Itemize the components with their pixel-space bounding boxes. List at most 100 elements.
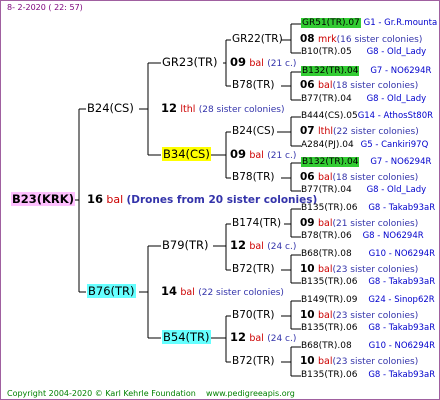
gen1-node-bottom: B76(TR): [87, 284, 136, 298]
gen3-node: B72(TR): [232, 263, 275, 275]
pedigree-chart: 8- 2-2020 ( 22: 57) B23(KRK) 16 bal (Dro…: [0, 0, 440, 400]
website-link[interactable]: www.pedigreeapis.org: [206, 389, 295, 398]
gen3-annotation: 10 bal(23 sister colonies): [300, 355, 418, 369]
gen4-label: B77(TR).04: [301, 185, 352, 195]
gen3-node: GR22(TR): [232, 33, 283, 45]
gen2-note: (21 c.): [267, 151, 297, 161]
gen4-label: B10(TR).05: [301, 47, 352, 57]
gen1-annotation-top: 12 lthl (28 sister colonies): [161, 102, 284, 117]
gen3-node: B72(TR): [232, 355, 275, 367]
root-label: B23(KRK): [11, 192, 75, 206]
gen1-tag: bal: [180, 287, 195, 298]
gen4-entry: B444(CS).05G14 - AthosSt80R: [301, 110, 433, 123]
gen4-entry: B78(TR).06 G8 - NO6294R: [301, 230, 424, 243]
gen2-number: 09: [230, 147, 247, 161]
gen3-node: B24(CS): [232, 125, 275, 137]
gen3-annotation: 10 bal(23 sister colonies): [300, 263, 418, 277]
gen4-entry: B77(TR).04 G8 - Old_Lady: [301, 93, 426, 106]
gen3-note: (22 sister colonies): [333, 127, 419, 137]
gen2-node: B54(TR): [162, 330, 211, 344]
gen4-label: B135(TR).06: [301, 370, 358, 380]
gen4-source: G8 - Old_Lady: [366, 185, 427, 195]
gen4-label: B135(TR).06: [301, 277, 358, 287]
gen2-annotation: 09 bal (21 c.): [230, 148, 296, 163]
root-node: B23(KRK): [11, 192, 75, 206]
gen4-label: B132(TR).04: [301, 157, 360, 167]
gen2-annotation: 12 bal (24 c.): [230, 239, 296, 254]
gen4-source: G10 - NO6294R: [368, 341, 436, 351]
gen4-entry: B135(TR).06 G8 - Takab93aR: [301, 369, 435, 382]
gen4-entry: B68(TR).08 G10 - NO6294R: [301, 340, 435, 353]
gen2-node: GR23(TR): [162, 56, 218, 69]
gen1-note: (28 sister colonies): [198, 105, 285, 115]
gen3-number: 10: [300, 355, 315, 367]
gen3-annotation: 10 bal(23 sister colonies): [300, 309, 418, 323]
gen4-label: A284(PJ).04: [301, 140, 354, 150]
gen3-node: B70(TR): [232, 309, 275, 321]
gen4-label: B135(TR).06: [301, 323, 358, 333]
gen4-entry: B149(TR).09 G24 - Sinop62R: [301, 294, 435, 307]
gen2-label: B79(TR): [162, 238, 209, 252]
gen4-entry: B132(TR).04 G7 - NO6294R: [301, 156, 431, 169]
gen3-tag: bal: [317, 356, 333, 367]
root-note: (Drones from 20 sister colonies): [126, 194, 318, 206]
gen4-entry: A284(PJ).04 G5 - Cankiri97Q: [301, 139, 428, 152]
gen4-entry: B135(TR).06 G8 - Takab93aR: [301, 276, 435, 289]
gen2-label: GR23(TR): [162, 55, 218, 69]
gen2-number: 09: [230, 55, 247, 69]
gen3-note: (16 sister colonies): [336, 35, 423, 45]
gen3-annotation: 08 mrk(16 sister colonies): [300, 33, 422, 47]
gen3-number: 08: [300, 33, 315, 45]
gen2-note: (24 c.): [267, 334, 297, 344]
gen4-source: G8 - Takab93aR: [368, 277, 436, 287]
gen1-number: 12: [161, 101, 178, 115]
gen2-note: (24 c.): [267, 242, 297, 252]
gen3-tag: bal: [317, 310, 333, 321]
root-number: 16: [87, 192, 104, 206]
gen3-number: 09: [300, 217, 315, 229]
gen4-source: G8 - Takab93aR: [368, 203, 436, 213]
gen2-label: B34(CS): [162, 147, 211, 161]
gen4-source: G24 - Sinop62R: [368, 295, 435, 305]
gen1-label: B24(CS): [87, 101, 134, 115]
gen3-number: 07: [300, 125, 315, 137]
gen2-tag: bal: [249, 58, 264, 69]
gen3-tag: bal: [317, 264, 333, 275]
gen3-annotation: 07 lthl(22 sister colonies): [300, 125, 419, 139]
gen4-source: G5 - Cankiri97Q: [360, 140, 429, 150]
gen4-entry: B135(TR).06 G8 - Takab93aR: [301, 202, 435, 215]
gen4-entry: B135(TR).06 G8 - Takab93aR: [301, 322, 435, 335]
gen3-number: 06: [300, 171, 315, 183]
gen3-annotation: 06 bal(18 sister colonies): [300, 79, 418, 93]
gen4-label: B135(TR).06: [301, 203, 358, 213]
gen4-source: G8 - Takab93aR: [368, 370, 436, 380]
gen4-source: G8 - NO6294R: [362, 231, 424, 241]
gen1-note: (22 sister colonies): [198, 288, 284, 298]
gen4-entry: B10(TR).05 G8 - Old_Lady: [301, 46, 426, 59]
gen4-source: G7 - NO6294R: [370, 157, 432, 167]
gen3-annotation: 09 bal(21 sister colonies): [300, 217, 418, 231]
gen3-note: (23 sister colonies): [332, 265, 419, 275]
gen4-entry: B77(TR).04 G8 - Old_Lady: [301, 184, 426, 197]
gen4-entry: B68(TR).08 G10 - NO6294R: [301, 248, 435, 261]
gen4-source: G8 - Old_Lady: [366, 94, 427, 104]
gen4-label: B78(TR).06: [301, 231, 352, 241]
gen3-note: (21 sister colonies): [332, 219, 419, 229]
gen2-tag: bal: [249, 333, 264, 344]
gen4-source: G8 - Old_Lady: [366, 47, 427, 57]
gen3-tag: bal: [317, 80, 333, 91]
gen4-source: G7 - NO6294R: [370, 66, 432, 76]
gen3-tag: lthl: [317, 126, 333, 137]
gen1-tag: lthl: [180, 104, 196, 115]
gen2-annotation: 12 bal (24 c.): [230, 331, 296, 346]
gen4-label: GR51(TR).07: [301, 18, 361, 28]
gen3-tag: mrk: [317, 34, 337, 45]
gen4-source: G8 - Takab93aR: [368, 323, 436, 333]
gen3-note: (23 sister colonies): [332, 357, 419, 367]
gen2-node: B34(CS): [162, 147, 211, 161]
gen3-node: B78(TR): [232, 171, 275, 183]
gen4-entry: GR51(TR).07 G1 - Gr.R.mounta: [301, 17, 437, 30]
gen2-node: B79(TR): [162, 239, 209, 252]
gen3-node: B78(TR): [232, 79, 275, 91]
gen3-number: 10: [300, 263, 315, 275]
